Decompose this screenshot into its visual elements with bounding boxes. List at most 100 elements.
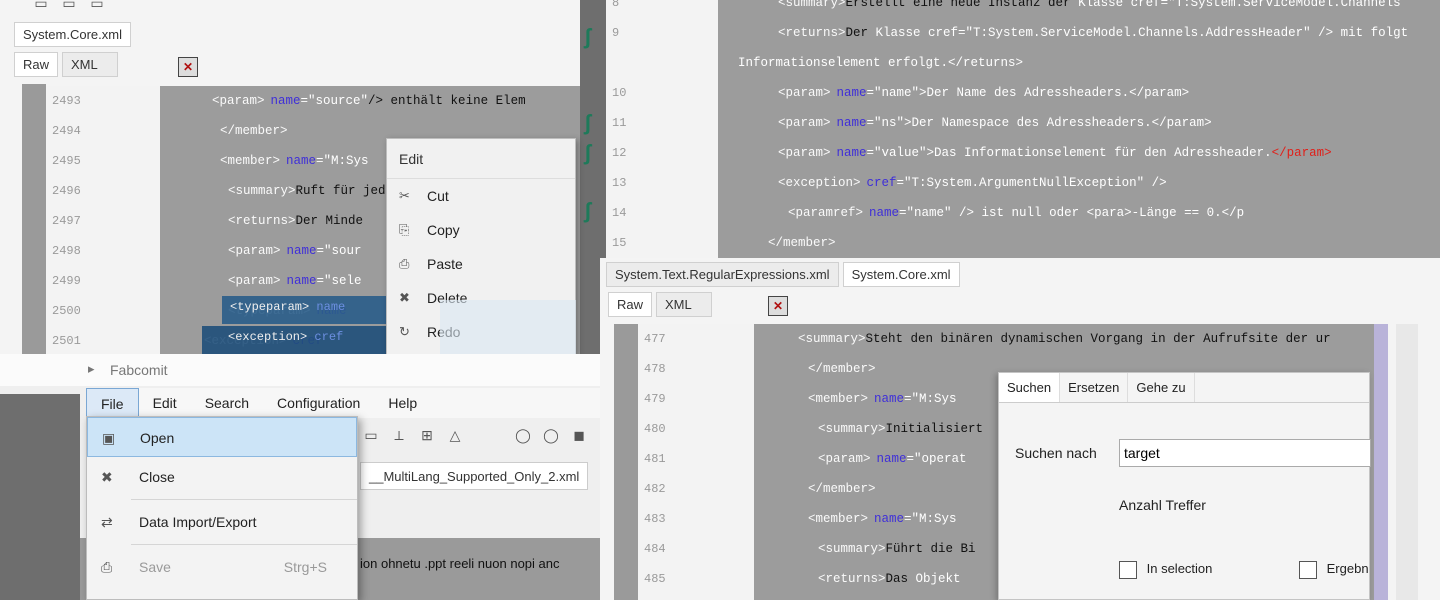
- selection-text: <typeparam> name: [230, 300, 346, 314]
- line-number: 484: [644, 542, 666, 556]
- app-toolbar: ▭ ⟂ ⊞ △ ◯ ◯ ◼: [360, 424, 590, 446]
- vertical-scrollbar-track[interactable]: [1396, 324, 1418, 600]
- code-line: <param> name="source"/> enthält keine Ele…: [160, 86, 580, 116]
- close-icon[interactable]: ✕: [178, 57, 198, 77]
- code-line: <summary>Steht den binären dynamischen V…: [754, 324, 1374, 354]
- app-title: Fabcomit: [110, 362, 168, 378]
- editor-window-b: 8 9 10 11 12 13 14 15 <summary>Erstellt eine ne…: [606, 0, 1440, 258]
- file-menu-item[interactable]: ✖ Close: [87, 457, 357, 497]
- file-menu-item[interactable]: ⎙Save As: [87, 587, 357, 600]
- code-tag: <param>: [228, 244, 281, 258]
- line-numbers: 8 9 10 11 12 13 14 15: [606, 0, 718, 258]
- code-extra: >Der Name des Adressheaders.</param>: [919, 86, 1190, 100]
- code-attr: name: [836, 116, 867, 130]
- toolbar-icon[interactable]: ▭: [360, 424, 382, 446]
- menu-help[interactable]: Help: [374, 388, 431, 418]
- code-tag: <summary>: [228, 184, 296, 198]
- tab-xml[interactable]: XML: [62, 52, 119, 77]
- menu-item-icon: ⎙: [101, 559, 113, 575]
- toolbar-icon[interactable]: △: [444, 424, 466, 446]
- line-number: 478: [644, 362, 666, 376]
- line-number: 2499: [52, 274, 81, 288]
- file-tab[interactable]: System.Core.xml: [14, 22, 131, 47]
- menu-edit[interactable]: Edit: [139, 388, 191, 418]
- code-text: Führt die Bi: [885, 542, 976, 556]
- menu-configuration[interactable]: Configuration: [263, 388, 374, 418]
- line-number: 8: [612, 0, 620, 10]
- toolbar-icon[interactable]: ▭: [58, 0, 80, 14]
- toolbar-icon[interactable]: ⟂: [388, 424, 410, 446]
- tab-raw[interactable]: Raw: [14, 52, 59, 77]
- marker-icon: ʃ: [584, 24, 592, 49]
- find-tab[interactable]: Ersetzen: [1060, 373, 1129, 402]
- option-label: Ergebn: [1326, 561, 1369, 577]
- checkbox[interactable]: [1299, 561, 1317, 579]
- code-tag: <returns>: [228, 214, 296, 228]
- file-tab[interactable]: System.Core.xml: [842, 262, 960, 287]
- toolbar-icon[interactable]: ▭: [30, 0, 52, 14]
- context-menu-item[interactable]: ⎘ Copy: [387, 213, 575, 247]
- option-in-selection[interactable]: In selection: [1119, 561, 1212, 579]
- search-input[interactable]: [1119, 439, 1371, 467]
- context-menu-item[interactable]: ⎙ Paste: [387, 247, 575, 281]
- code-extra: Klasse cref="T:System.ServiceModel.Chann…: [1070, 0, 1401, 10]
- menu-item-label: Paste: [427, 256, 463, 272]
- line-numbers: 477 478 479 480 481 482 483 484 485: [638, 324, 754, 600]
- toolbar-icon[interactable]: ◼: [568, 424, 590, 446]
- file-tab-label: __MultiLang_Supported_Only_2.xml: [369, 469, 580, 484]
- code-tag: </member>: [808, 482, 876, 496]
- toolbar-icon[interactable]: ⊞: [416, 424, 438, 446]
- gutter: [614, 324, 638, 600]
- code-extra: /> ist null oder <para>-Länge == 0.</p: [951, 206, 1245, 220]
- tab-raw[interactable]: Raw: [608, 292, 653, 317]
- code-val: ="ns": [866, 116, 905, 130]
- code-extra: Klasse cref="T:System.ServiceModel.Chann…: [868, 26, 1409, 40]
- context-menu-title: Edit: [387, 139, 575, 179]
- find-tab[interactable]: Suchen: [999, 373, 1061, 402]
- code-extra: Objekt: [908, 572, 961, 586]
- menu-file[interactable]: File: [86, 388, 139, 418]
- code-val: ="operat: [906, 452, 967, 466]
- menu-bar: File Edit Search Configuration Help: [86, 388, 600, 418]
- option-other[interactable]: Ergebn: [1299, 561, 1369, 579]
- line-number: 482: [644, 482, 666, 496]
- toolbar-icon[interactable]: ◯: [540, 424, 562, 446]
- context-menu-item[interactable]: ✂ Cut: [387, 179, 575, 213]
- code-val: ="sele: [316, 274, 362, 288]
- close-icon[interactable]: ✕: [768, 296, 788, 316]
- menu-item-icon: ✖: [399, 290, 410, 305]
- code-line: <returns>Der Klasse cref="T:System.Servi…: [718, 18, 1440, 48]
- code-val: ="name": [866, 86, 920, 100]
- code-tag: </member>: [768, 236, 836, 250]
- code-text: Der: [845, 26, 869, 40]
- code-extra: >Der Namespace des Adressheaders.</param…: [904, 116, 1212, 130]
- checkbox[interactable]: [1119, 561, 1137, 579]
- code-editor[interactable]: <summary>Erstellt eine neue Instanz der …: [718, 0, 1440, 258]
- code-tag: </member>: [220, 124, 288, 138]
- code-tag: <member>: [808, 512, 869, 526]
- code-extra: >Das Informationselement für den Adressh…: [926, 146, 1272, 160]
- menu-item-label: Copy: [427, 222, 460, 238]
- menu-item-icon: ⎙: [399, 256, 410, 271]
- file-tab[interactable]: System.Text.RegularExpressions.xml: [606, 262, 839, 287]
- toolbar-icon[interactable]: ▭: [86, 0, 108, 14]
- menu-search[interactable]: Search: [191, 388, 263, 418]
- toolbar-icon[interactable]: ◯: [512, 424, 534, 446]
- file-tab[interactable]: __MultiLang_Supported_Only_2.xml: [360, 462, 589, 490]
- toolbar-a: ▭ ▭ ▭: [30, 0, 108, 14]
- file-menu-item[interactable]: ⇄ Data Import/Export: [87, 502, 357, 542]
- menu-item-icon: ⇄: [101, 514, 113, 530]
- code-val: ="sour: [316, 244, 362, 258]
- code-line: <summary>Erstellt eine neue Instanz der …: [718, 0, 1440, 18]
- code-attr: name: [869, 206, 900, 220]
- code-tag: <paramref>: [788, 206, 864, 220]
- find-tab[interactable]: Gehe zu: [1128, 373, 1195, 402]
- menu-item-icon: ⎘: [399, 222, 410, 237]
- tab-xml[interactable]: XML: [656, 292, 713, 317]
- code-attr: name: [270, 94, 301, 108]
- menu-item-label: Close: [139, 469, 175, 485]
- code-tag: <summary>: [798, 332, 866, 346]
- file-menu-item[interactable]: ▣ Open: [87, 417, 357, 457]
- code-val: ="value": [866, 146, 927, 160]
- vertical-scrollbar[interactable]: [1374, 324, 1388, 600]
